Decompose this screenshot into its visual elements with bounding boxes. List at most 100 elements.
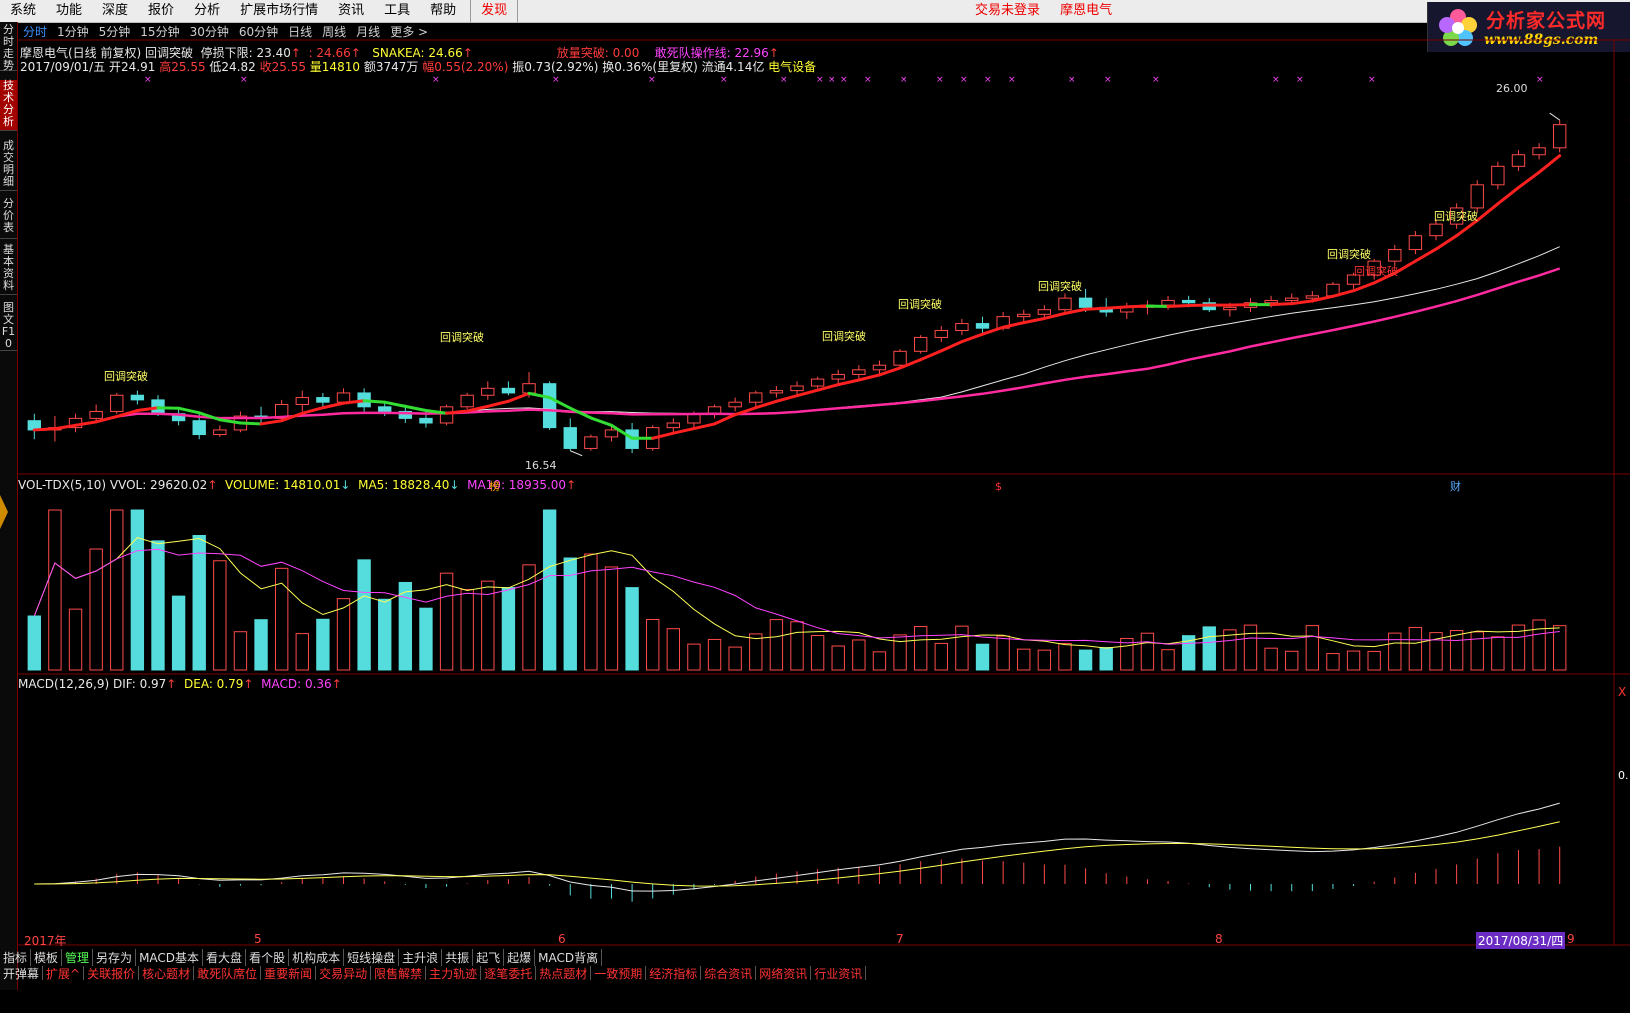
vol-ma5-line [33, 537, 1560, 649]
tab-stock[interactable]: 看个股 [246, 948, 290, 966]
snake-segment [403, 404, 428, 413]
period-5m[interactable]: 5分钟 [94, 23, 136, 40]
info-tab-general[interactable]: 综合资讯 [701, 966, 757, 980]
info-tab-expand[interactable]: 扩展^ [43, 966, 85, 980]
volume-bar [790, 621, 804, 671]
stock-name: 摩恩电气 [1060, 3, 1113, 18]
tab-market[interactable]: 看大盘 [203, 948, 247, 966]
tab-technical[interactable]: 技术分析 [0, 80, 17, 131]
tab-main-wave[interactable]: 主升浪 [399, 948, 443, 966]
tab-intraday[interactable]: 分时走势 [0, 24, 17, 72]
period-30m[interactable]: 30分钟 [185, 23, 234, 40]
candle-body [1161, 299, 1175, 306]
period-daily[interactable]: 日线 [283, 23, 317, 40]
info-tab-abnormal[interactable]: 交易异动 [316, 966, 372, 980]
menu-tools[interactable]: 工具 [374, 0, 420, 22]
info-tab-economy[interactable]: 经济指标 [646, 966, 702, 980]
candle-body [48, 427, 62, 431]
volume-bar [955, 625, 969, 671]
tab-template[interactable]: 模板 [31, 948, 63, 966]
volume-bar [439, 572, 454, 671]
period-60m[interactable]: 60分钟 [234, 23, 283, 40]
info-tab-track[interactable]: 主力轨迹 [426, 966, 482, 980]
tab-short-trade[interactable]: 短线操盘 [344, 948, 400, 966]
signal-marker: × [984, 75, 992, 85]
tab-manage[interactable]: 管理 [62, 948, 94, 966]
menu-info[interactable]: 资讯 [328, 0, 374, 22]
info-tab-consensus[interactable]: 一致预期 [591, 966, 647, 980]
info-tab-topic[interactable]: 核心题材 [139, 966, 195, 980]
volume-bar [810, 635, 825, 671]
period-1m[interactable]: 1分钟 [52, 23, 94, 40]
volume-bar [460, 589, 474, 671]
tab-f10[interactable]: 图文F10 [0, 302, 17, 351]
candle-body [398, 410, 413, 419]
tab-price-table[interactable]: 分价表 [0, 198, 17, 239]
snake-segment [754, 399, 778, 410]
snake-segment [919, 349, 943, 362]
menu-quote[interactable]: 报价 [138, 0, 184, 22]
tab-trades[interactable]: 成交明细 [0, 140, 17, 191]
candle-body [130, 394, 145, 401]
candle-body [1120, 306, 1134, 313]
tab-indicator[interactable]: 指标 [0, 948, 32, 966]
info-tab-danmu[interactable]: 开弹幕 [0, 966, 44, 980]
close-panel-icon[interactable]: X [1618, 685, 1626, 699]
info-tab-seats[interactable]: 敢死队席位 [194, 966, 262, 980]
tab-macd-divergence[interactable]: MACD背离 [535, 948, 603, 966]
period-more[interactable]: 更多 > [385, 23, 433, 40]
tab-explode[interactable]: 起爆 [504, 948, 536, 966]
tab-macd-basic[interactable]: MACD基本 [136, 948, 204, 966]
tab-profile[interactable]: 基本资料 [0, 244, 17, 295]
menu-function[interactable]: 功能 [46, 0, 92, 22]
tab-inst-cost[interactable]: 机构成本 [289, 948, 345, 966]
volume-bar [687, 643, 701, 671]
tab-saveas[interactable]: 另存为 [93, 948, 137, 966]
menu-depth[interactable]: 深度 [92, 0, 138, 22]
snake-segment [362, 399, 387, 404]
login-status: 交易未登录 摩恩电气 [975, 0, 1128, 22]
high-arrow [1549, 112, 1560, 121]
tab-takeoff[interactable]: 起飞 [473, 948, 505, 966]
period-weekly[interactable]: 周线 [317, 23, 351, 40]
volume-bar [625, 587, 639, 671]
candle-body [625, 429, 639, 449]
volume-bar [1449, 630, 1464, 671]
period-15m[interactable]: 15分钟 [135, 23, 184, 40]
snake-segment [713, 413, 737, 426]
candle-body [1285, 297, 1299, 301]
breakout-label-6: 回调突破 [1327, 247, 1371, 261]
snake-segment [981, 325, 1005, 336]
info-tab-web[interactable]: 网络资讯 [756, 966, 812, 980]
breakout-label-1: 回调突破 [104, 369, 148, 383]
volume-bar [1078, 649, 1093, 671]
candle-body [274, 404, 289, 419]
info-tab-hot[interactable]: 热点题材 [536, 966, 592, 980]
info-tab-unlock[interactable]: 限售解禁 [371, 966, 427, 980]
snake-segment [692, 422, 717, 431]
menu-discover[interactable]: 发现 [470, 0, 519, 22]
info-tab-order[interactable]: 逐笔委托 [481, 966, 537, 980]
volume-bar [254, 619, 268, 671]
volume-bar [1202, 626, 1216, 671]
menu-analysis[interactable]: 分析 [184, 0, 230, 22]
snake-segment [1104, 305, 1129, 310]
tab-resonance[interactable]: 共振 [442, 948, 474, 966]
volume-bar [1120, 637, 1134, 671]
volume-bar [728, 646, 742, 671]
signal-marker: × [1008, 75, 1016, 85]
menu-system[interactable]: 系统 [0, 0, 46, 22]
menu-help[interactable]: 帮助 [420, 0, 466, 22]
volume-bar [769, 619, 784, 671]
menu-ext-market[interactable]: 扩展市场行情 [230, 0, 328, 22]
info-tab-related[interactable]: 关联报价 [84, 966, 140, 980]
info-tab-industry[interactable]: 行业资讯 [811, 966, 867, 980]
period-monthly[interactable]: 月线 [351, 23, 385, 40]
macd-panel [34, 802, 1561, 902]
volume-bar [1037, 649, 1052, 671]
volume-bar [831, 645, 845, 671]
chart-area[interactable]: × × × × × × × × × × × × × × × × × × × × × × × 16.54 26.00 榜 $ … [0, 0, 1630, 1013]
login-status-text[interactable]: 交易未登录 [975, 3, 1040, 18]
info-tab-news[interactable]: 重要新闻 [261, 966, 317, 980]
period-intraday[interactable]: 分时 [18, 23, 52, 40]
